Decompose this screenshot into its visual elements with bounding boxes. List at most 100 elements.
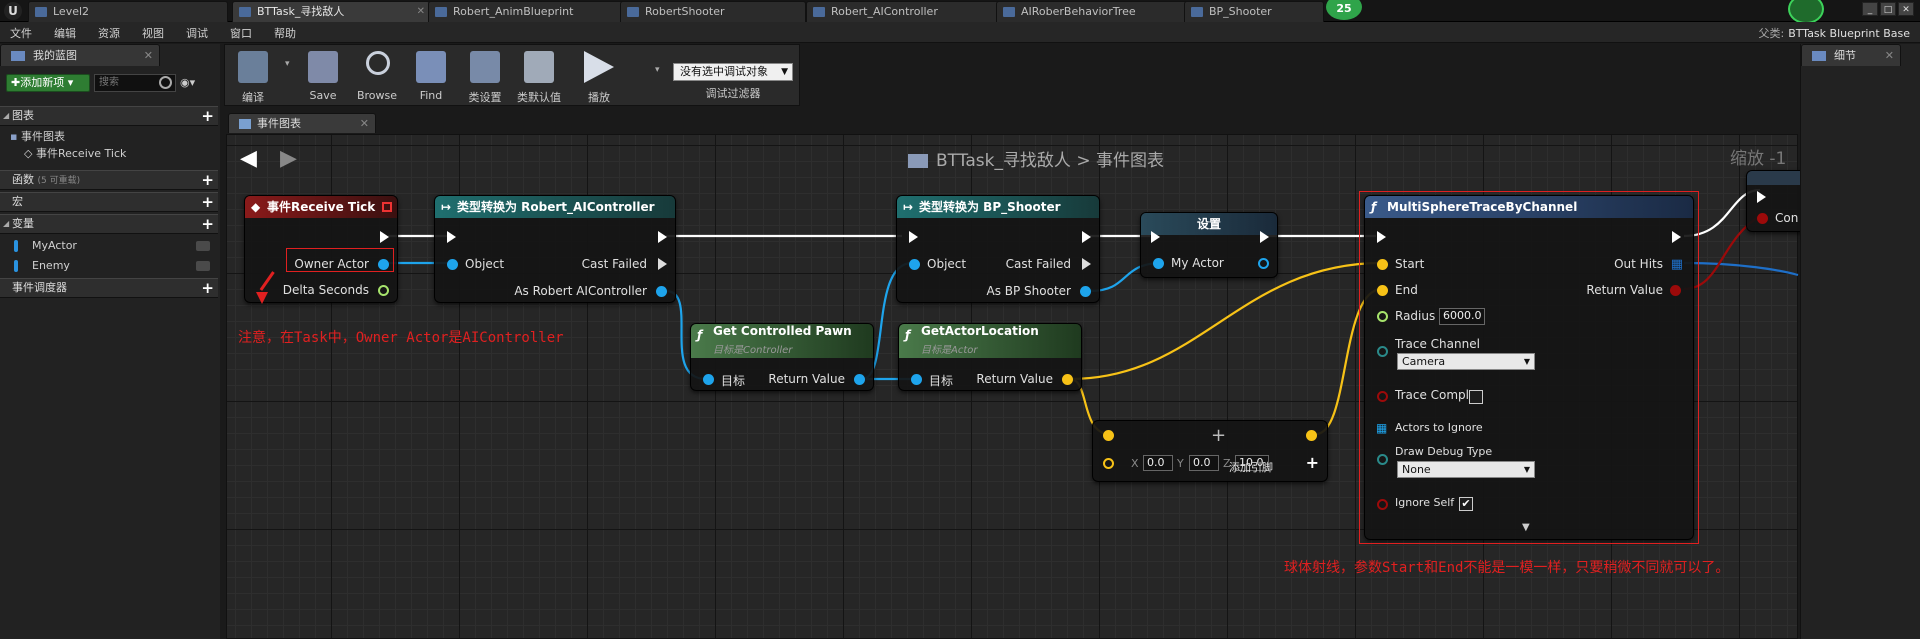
as-ai-controller-pin[interactable] <box>656 286 667 297</box>
variable-my-actor[interactable]: MyActor <box>0 237 218 255</box>
add-macro-plus-icon[interactable]: + <box>201 193 214 211</box>
close-icon[interactable]: ✕ <box>360 114 369 133</box>
menu-window[interactable]: 窗口 <box>230 25 252 41</box>
return-value-pin[interactable] <box>1062 374 1073 385</box>
view-options-eye-icon[interactable]: ◉▾ <box>180 76 210 90</box>
delta-seconds-pin[interactable] <box>378 285 389 296</box>
node-set-my-actor[interactable]: 设置 My Actor <box>1140 212 1278 278</box>
tree-item-receive-tick[interactable]: ◇ 事件Receive Tick <box>24 145 126 163</box>
exec-out-pin[interactable] <box>1082 231 1091 243</box>
maximize-icon[interactable]: □ <box>1880 2 1896 16</box>
section-graphs[interactable]: ◢ 图表 + <box>0 106 218 126</box>
details-tab[interactable]: 细节 ✕ <box>1801 44 1901 66</box>
close-icon[interactable]: ✕ <box>1885 45 1894 66</box>
x-input[interactable]: 0.0 <box>1143 455 1173 471</box>
tree-item-event-graph[interactable]: ▪ 事件图表 <box>10 128 65 146</box>
exec-in-pin[interactable] <box>1151 231 1160 243</box>
exec-out-pin[interactable] <box>658 231 667 243</box>
node-cast-bp-shooter[interactable]: ↦ 类型转换为 BP_Shooter Object Cast Failed As … <box>896 195 1100 303</box>
node-vector-add[interactable]: + X 0.0 Y 0.0 Z 10.0 添加引脚 + <box>1092 420 1328 482</box>
node-get-controlled-pawn[interactable]: ƒ Get Controlled Pawn 目标是Controller 目标 Ret… <box>690 323 874 391</box>
node-cast-ai-controller[interactable]: ↦ 类型转换为 Robert_AIController Object Cast F… <box>434 195 676 303</box>
my-actor-out-pin[interactable] <box>1258 258 1269 269</box>
forward-arrow-icon[interactable]: ▶ <box>280 146 297 171</box>
as-bp-shooter-pin[interactable] <box>1080 286 1091 297</box>
section-event-dispatchers[interactable]: 事件调度器 + <box>0 278 218 298</box>
node-get-actor-location[interactable]: ƒ GetActorLocation 目标是Actor 目标 Return Valu… <box>898 323 1082 391</box>
exec-in-pin[interactable] <box>909 231 918 243</box>
add-pin-plus-icon[interactable]: + <box>1306 453 1319 472</box>
section-variables[interactable]: ◢ 变量 + <box>0 214 218 234</box>
close-icon[interactable]: ✕ <box>144 45 153 66</box>
menu-asset[interactable]: 资源 <box>98 25 120 41</box>
cast-failed-pin[interactable] <box>658 258 667 270</box>
section-macros[interactable]: 宏 + <box>0 192 218 212</box>
y-input[interactable]: 0.0 <box>1189 455 1219 471</box>
class-defaults-button[interactable]: 类默认值 <box>513 47 565 105</box>
breadcrumb-graph[interactable]: 事件图表 <box>1096 151 1164 171</box>
visibility-eye-icon[interactable] <box>196 261 210 271</box>
source-control-icon[interactable] <box>1788 0 1824 24</box>
add-dispatcher-plus-icon[interactable]: + <box>201 279 214 297</box>
delegate-pin-icon[interactable] <box>382 202 392 212</box>
browse-button[interactable]: Browse <box>351 47 403 105</box>
variable-enemy[interactable]: Enemy <box>0 257 218 275</box>
return-value-pin[interactable] <box>854 374 865 385</box>
unreal-logo-icon[interactable]: U <box>4 2 22 20</box>
menu-debug[interactable]: 调试 <box>186 25 208 41</box>
menu-file[interactable]: 文件 <box>10 25 32 41</box>
target-pin[interactable] <box>703 374 714 385</box>
blueprint-icon <box>239 7 251 17</box>
class-settings-button[interactable]: 类设置 <box>459 47 511 105</box>
object-pin[interactable] <box>909 259 920 270</box>
b-input-pin[interactable] <box>1103 458 1114 469</box>
play-options-chevron-icon[interactable]: ▾ <box>655 65 660 75</box>
add-new-button[interactable]: ✚添加新项 ▾ <box>6 74 90 92</box>
variable-name: MyActor <box>32 239 77 252</box>
a-input-pin[interactable] <box>1103 430 1114 441</box>
section-functions[interactable]: 函数 (5 可重载) + <box>0 170 218 190</box>
tab-level2[interactable]: Level2 <box>28 1 228 22</box>
compile-button[interactable]: 编译 <box>227 47 279 105</box>
back-arrow-icon[interactable]: ◀ <box>240 146 257 171</box>
tab-robert-shooter[interactable]: RobertShooter <box>620 1 806 22</box>
add-variable-plus-icon[interactable]: + <box>201 215 214 233</box>
notification-badge[interactable]: 25 <box>1326 0 1362 20</box>
play-button[interactable]: 播放 <box>573 47 625 105</box>
my-blueprint-tab[interactable]: 我的蓝图 ✕ <box>0 44 160 66</box>
menu-view[interactable]: 视图 <box>142 25 164 41</box>
visibility-eye-icon[interactable] <box>196 241 210 251</box>
exec-out-pin[interactable] <box>1260 231 1269 243</box>
compile-options-chevron-icon[interactable]: ▾ <box>285 59 290 69</box>
graph-icon <box>239 119 251 129</box>
add-pin-label[interactable]: 添加引脚 <box>1229 459 1273 475</box>
condition-pin[interactable] <box>1757 213 1768 224</box>
add-function-plus-icon[interactable]: + <box>201 171 214 189</box>
tab-bp-shooter[interactable]: BP_Shooter <box>1184 1 1324 22</box>
find-button[interactable]: Find <box>405 47 457 105</box>
breadcrumb-task[interactable]: BTTask_寻找敌人 <box>936 151 1071 171</box>
debug-object-select[interactable]: 没有选中调试对象 ▼ <box>673 63 793 81</box>
my-actor-in-pin[interactable] <box>1153 258 1164 269</box>
exec-in-pin[interactable] <box>1757 191 1766 203</box>
minimize-icon[interactable]: _ <box>1862 2 1878 16</box>
parent-class-link[interactable]: BTTask Blueprint Base <box>1788 27 1910 40</box>
target-pin[interactable] <box>911 374 922 385</box>
tab-behavior-tree[interactable]: AIRoberBehaviorTree <box>996 1 1188 22</box>
tab-bttask[interactable]: BTTask_寻找敌人 ✕ <box>232 1 430 22</box>
close-window-icon[interactable]: ✕ <box>1898 2 1914 16</box>
save-button[interactable]: Save <box>297 47 349 105</box>
cast-failed-pin[interactable] <box>1082 258 1091 270</box>
menu-edit[interactable]: 编辑 <box>54 25 76 41</box>
object-pin[interactable] <box>447 259 458 270</box>
search-input[interactable]: 搜索 <box>94 74 176 92</box>
menu-help[interactable]: 帮助 <box>274 25 296 41</box>
tab-anim-blueprint[interactable]: Robert_AnimBlueprint <box>428 1 628 22</box>
tab-event-graph[interactable]: 事件图表 ✕ <box>228 113 376 133</box>
output-pin[interactable] <box>1306 430 1317 441</box>
add-graph-plus-icon[interactable]: + <box>201 107 214 125</box>
exec-in-pin[interactable] <box>447 231 456 243</box>
exec-out-pin[interactable] <box>380 231 389 243</box>
tab-ai-controller[interactable]: Robert_AIController <box>806 1 1002 22</box>
close-icon[interactable]: ✕ <box>417 2 425 22</box>
